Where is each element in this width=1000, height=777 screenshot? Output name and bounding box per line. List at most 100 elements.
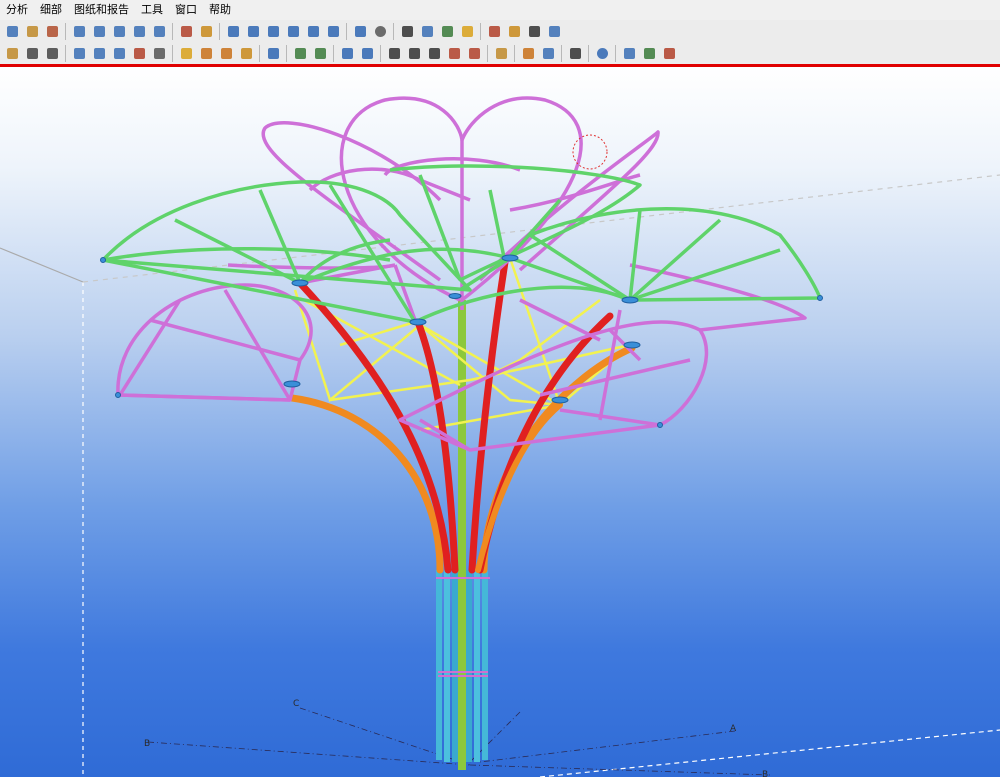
frame-button[interactable] bbox=[111, 45, 128, 62]
measure-button[interactable] bbox=[352, 23, 369, 40]
numbering-button[interactable] bbox=[567, 45, 584, 62]
clash-button[interactable] bbox=[641, 45, 658, 62]
globe-button[interactable] bbox=[594, 45, 611, 62]
circle-button[interactable] bbox=[372, 23, 389, 40]
line-button[interactable] bbox=[225, 23, 242, 40]
scissors-button[interactable] bbox=[131, 45, 148, 62]
bolt-icon bbox=[180, 25, 192, 37]
forward-button[interactable] bbox=[621, 45, 638, 62]
toolbar-separator bbox=[514, 44, 515, 62]
layer-icon bbox=[522, 47, 534, 59]
stamp-icon bbox=[528, 25, 540, 37]
toolbar-separator bbox=[333, 44, 334, 62]
box-button[interactable] bbox=[459, 23, 476, 40]
inquire-button[interactable] bbox=[359, 45, 376, 62]
help-button[interactable] bbox=[339, 45, 356, 62]
select-button[interactable] bbox=[151, 45, 168, 62]
part-button[interactable] bbox=[265, 23, 282, 40]
panel-button[interactable] bbox=[111, 23, 128, 40]
point-icon bbox=[327, 25, 339, 37]
stamp-button[interactable] bbox=[526, 23, 543, 40]
grid-icon bbox=[388, 47, 400, 59]
help-icon bbox=[341, 47, 353, 59]
brush-button[interactable] bbox=[506, 23, 523, 40]
pin-button[interactable] bbox=[493, 45, 510, 62]
pen-button[interactable] bbox=[486, 23, 503, 40]
undo-button[interactable] bbox=[4, 23, 21, 40]
column-button[interactable] bbox=[71, 23, 88, 40]
flag-button[interactable] bbox=[466, 45, 483, 62]
scissors-icon bbox=[133, 47, 145, 59]
grid-label-b: B bbox=[144, 739, 150, 749]
frame-icon bbox=[73, 47, 85, 59]
rotate-icon bbox=[6, 47, 18, 59]
grid-button[interactable] bbox=[386, 45, 403, 62]
toolbar-separator bbox=[561, 44, 562, 62]
move-button[interactable] bbox=[426, 45, 443, 62]
cube-button[interactable] bbox=[178, 45, 195, 62]
frame-button[interactable] bbox=[71, 45, 88, 62]
filter-button[interactable] bbox=[312, 45, 329, 62]
weld-button[interactable] bbox=[198, 23, 215, 40]
assembly-icon bbox=[220, 47, 232, 59]
grid-icon bbox=[408, 47, 420, 59]
frame-button[interactable] bbox=[91, 45, 108, 62]
model-viewport[interactable]: C B A B bbox=[0, 67, 1000, 777]
inquire-icon bbox=[361, 47, 373, 59]
brush-icon bbox=[508, 25, 520, 37]
rotate-button[interactable] bbox=[4, 45, 21, 62]
toolbar-separator bbox=[480, 22, 481, 40]
grid-button[interactable] bbox=[406, 45, 423, 62]
undo-icon bbox=[6, 25, 18, 37]
cross-button[interactable] bbox=[305, 23, 322, 40]
weld-icon bbox=[200, 25, 212, 37]
arrow-button[interactable] bbox=[265, 45, 282, 62]
tree-button[interactable] bbox=[439, 23, 456, 40]
print-button[interactable] bbox=[24, 45, 41, 62]
box-icon bbox=[461, 25, 473, 37]
view-button[interactable] bbox=[399, 23, 416, 40]
brace-icon bbox=[133, 25, 145, 37]
menu-item-3[interactable]: 工具 bbox=[135, 0, 169, 20]
menu-item-0[interactable]: 分析 bbox=[0, 0, 34, 20]
hand-button[interactable] bbox=[24, 23, 41, 40]
twin-beam-icon bbox=[153, 25, 165, 37]
menu-item-5[interactable]: 帮助 bbox=[203, 0, 237, 20]
tree-icon bbox=[441, 25, 453, 37]
copy-icon bbox=[548, 25, 560, 37]
beam-icon bbox=[93, 25, 105, 37]
arrow-icon bbox=[267, 47, 279, 59]
scale-button[interactable] bbox=[446, 45, 463, 62]
menu-item-2[interactable]: 图纸和报告 bbox=[68, 0, 135, 20]
export-button[interactable] bbox=[661, 45, 678, 62]
grid-label-a: A bbox=[730, 724, 737, 734]
line-icon bbox=[227, 25, 239, 37]
beam-button[interactable] bbox=[91, 23, 108, 40]
cube-button[interactable] bbox=[198, 45, 215, 62]
report-icon bbox=[542, 47, 554, 59]
part-button[interactable] bbox=[245, 23, 262, 40]
snap-button[interactable] bbox=[44, 23, 61, 40]
layer-button[interactable] bbox=[520, 45, 537, 62]
report-button[interactable] bbox=[540, 45, 557, 62]
copy-button[interactable] bbox=[546, 23, 563, 40]
globe-icon bbox=[596, 47, 608, 59]
menu-item-4[interactable]: 窗口 bbox=[169, 0, 203, 20]
part-icon bbox=[267, 25, 279, 37]
export-icon bbox=[663, 47, 675, 59]
plane-icon bbox=[421, 25, 433, 37]
twin-beam-button[interactable] bbox=[151, 23, 168, 40]
brace-button[interactable] bbox=[131, 23, 148, 40]
point-button[interactable] bbox=[325, 23, 342, 40]
cut-button[interactable] bbox=[285, 23, 302, 40]
part-icon bbox=[247, 25, 259, 37]
view-icon bbox=[401, 25, 413, 37]
bolt-button[interactable] bbox=[178, 23, 195, 40]
drawing-icon bbox=[240, 47, 252, 59]
filter-button[interactable] bbox=[292, 45, 309, 62]
menu-item-1[interactable]: 细部 bbox=[34, 0, 68, 20]
plane-button[interactable] bbox=[419, 23, 436, 40]
drawing-button[interactable] bbox=[238, 45, 255, 62]
page-button[interactable] bbox=[44, 45, 61, 62]
assembly-button[interactable] bbox=[218, 45, 235, 62]
